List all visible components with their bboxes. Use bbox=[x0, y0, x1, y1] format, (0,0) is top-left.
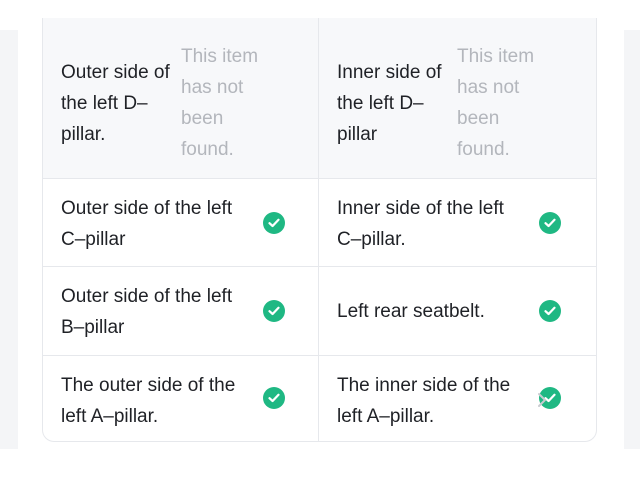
item-label: Outer side of the left D–pillar. bbox=[61, 62, 170, 145]
chevron-right-icon[interactable] bbox=[535, 390, 549, 410]
checklist-item[interactable]: Outer side of the left C–pillar bbox=[43, 179, 319, 266]
item-label: Outer side of the left B–pillar bbox=[61, 286, 233, 338]
item-label: Outer side of the left C–pillar bbox=[61, 198, 233, 250]
right-gutter bbox=[624, 30, 640, 449]
inspection-screen: Outer side of the left D–pillar. This it… bbox=[0, 0, 640, 480]
not-found-status: This item has not been found. bbox=[181, 46, 259, 160]
table-row: Outer side of the left D–pillar. This it… bbox=[43, 18, 596, 179]
inspection-checklist-card: Outer side of the left D–pillar. This it… bbox=[42, 18, 597, 442]
item-label: Left rear seatbelt. bbox=[337, 301, 485, 322]
check-circle-icon bbox=[263, 300, 285, 322]
checklist-item[interactable]: The inner side of the left A–pillar. bbox=[319, 356, 596, 441]
check-circle-icon bbox=[539, 300, 561, 322]
item-label: The outer side of the left A–pillar. bbox=[61, 375, 236, 427]
checklist-item[interactable]: Inner side of the left C–pillar. bbox=[319, 179, 596, 266]
check-circle-icon bbox=[539, 212, 561, 234]
check-circle-icon bbox=[263, 212, 285, 234]
table-row: Outer side of the left C–pillar Inner si… bbox=[43, 179, 596, 267]
not-found-status: This item has not been found. bbox=[457, 46, 535, 160]
checklist-item[interactable]: Inner side of the left D–pillar This ite… bbox=[319, 18, 596, 178]
item-label: Inner side of the left D–pillar bbox=[337, 62, 442, 145]
checklist-item[interactable]: Outer side of the left B–pillar bbox=[43, 267, 319, 355]
table-row: Outer side of the left B–pillar Left rea… bbox=[43, 267, 596, 356]
left-gutter bbox=[0, 30, 18, 449]
table-row: The outer side of the left A–pillar. The… bbox=[43, 356, 596, 441]
checklist-item[interactable]: Outer side of the left D–pillar. This it… bbox=[43, 18, 319, 178]
item-label: The inner side of the left A–pillar. bbox=[337, 375, 511, 427]
check-circle-icon bbox=[263, 387, 285, 409]
checklist-item[interactable]: The outer side of the left A–pillar. bbox=[43, 356, 319, 441]
item-label: Inner side of the left C–pillar. bbox=[337, 198, 504, 250]
checklist-item[interactable]: Left rear seatbelt. bbox=[319, 267, 596, 355]
